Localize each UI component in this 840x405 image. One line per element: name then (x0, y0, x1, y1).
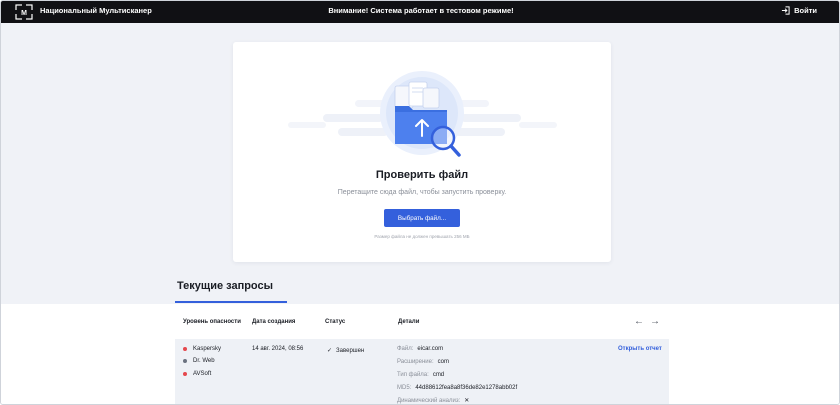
open-report-link[interactable]: Открыть отчет (618, 346, 662, 352)
detail-md5: MD5: 44d88612fea8a8f36de82e1278abb02f (397, 385, 517, 391)
engine-result: Kaspersky (183, 346, 221, 352)
next-page-icon[interactable]: → (650, 316, 660, 327)
upload-folder-illustration (288, 71, 557, 157)
status-text: Завершен (336, 347, 365, 354)
requests-title: Текущие запросы (177, 280, 274, 292)
detail-label: Файл: (397, 346, 414, 352)
login-button[interactable]: Войти (781, 6, 817, 15)
status-cell: ✓ Завершен (327, 347, 365, 355)
requests-tab-underline (175, 301, 287, 303)
upload-title: Проверить файл (375, 169, 469, 181)
engine-result: Dr. Web (183, 358, 215, 364)
engine-name: Dr. Web (193, 358, 215, 364)
page: M Национальный Мультисканер Внимание! Си… (0, 0, 840, 405)
detail-value: 44d88612fea8a8f36de82e1278abb02f (415, 385, 518, 391)
test-mode-notice: Внимание! Система работает в тестовом ре… (328, 6, 514, 15)
file-size-limit: Размер файла не должен превышать 256 МБ (374, 234, 470, 239)
prev-page-icon[interactable]: ← (634, 316, 644, 327)
choose-file-button[interactable]: Выбрать файл... (384, 209, 460, 227)
detail-dynamic-analysis: Динамический анализ: ✕ (397, 397, 469, 404)
table-row[interactable]: Kaspersky Dr. Web AVSoft 14 авг. 2024, 0… (175, 339, 669, 404)
threat-dot-icon (183, 372, 187, 376)
column-header-details[interactable]: Детали (398, 319, 419, 325)
top-bar: M Национальный Мультисканер Внимание! Си… (1, 1, 839, 23)
detail-value: cmd (432, 372, 445, 378)
column-header-date[interactable]: Дата создания (252, 319, 295, 325)
detail-file: Файл: eicar.com (397, 346, 443, 352)
detail-value: com (437, 359, 449, 365)
check-icon: ✓ (327, 348, 333, 354)
engine-name: Kaspersky (193, 346, 222, 352)
detail-value: eicar.com (417, 346, 444, 352)
detail-label: Динамический анализ: (397, 398, 461, 404)
detail-extension: Расширение: com (397, 359, 449, 365)
threat-dot-icon (183, 347, 187, 351)
detail-label: Расширение: (397, 359, 434, 365)
close-icon: ✕ (464, 398, 470, 404)
upload-hint: Перетащите сюда файл, чтобы запустить пр… (337, 189, 507, 196)
engine-result: AVSoft (183, 371, 211, 377)
login-icon (781, 6, 790, 15)
engine-name: AVSoft (193, 371, 212, 377)
column-header-severity[interactable]: Уровень опасности (183, 319, 241, 325)
requests-table: Уровень опасности Дата создания Статус Д… (1, 304, 839, 404)
column-header-status[interactable]: Статус (325, 319, 345, 325)
created-date: 14 авг. 2024, 08:56 (252, 346, 304, 352)
neutral-dot-icon (183, 359, 187, 363)
detail-label: Тип файла: (397, 372, 429, 378)
upload-dropzone[interactable]: Проверить файл Перетащите сюда файл, что… (233, 42, 611, 262)
detail-label: MD5: (397, 385, 412, 391)
login-label: Войти (794, 6, 817, 15)
detail-file-type: Тип файла: cmd (397, 372, 444, 378)
